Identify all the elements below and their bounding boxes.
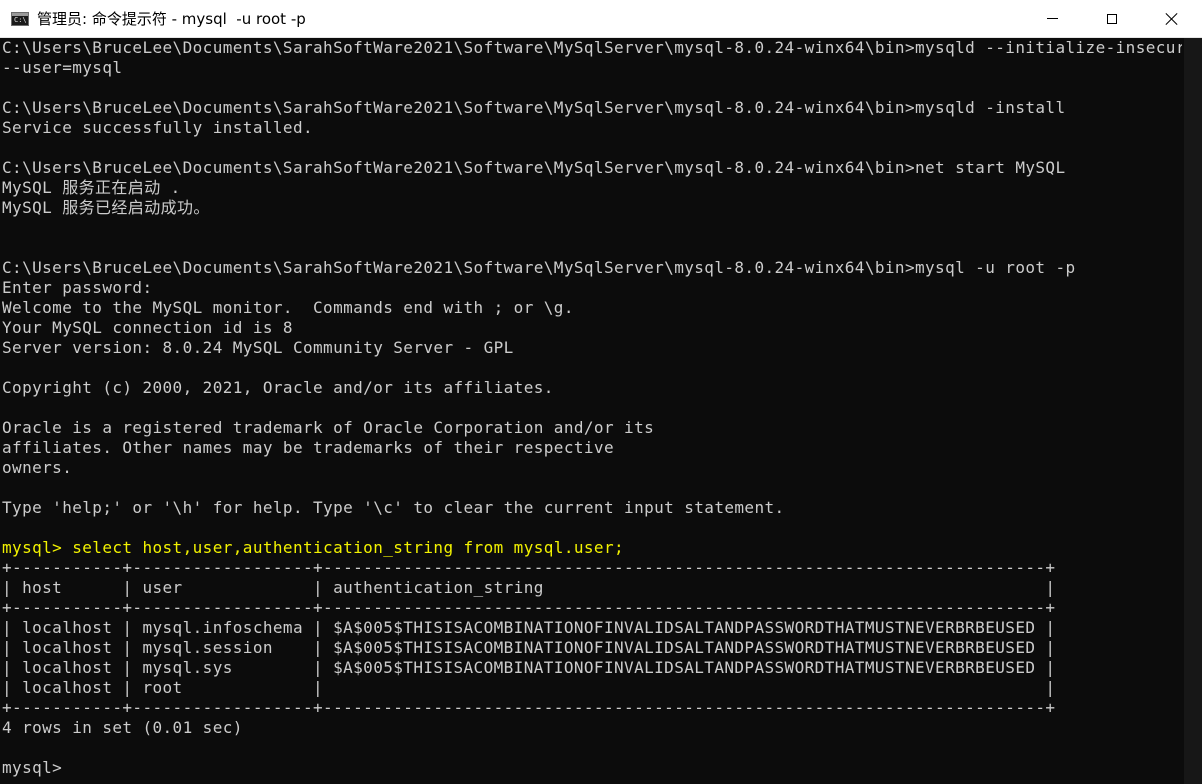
maximize-button[interactable] [1082,0,1142,38]
console-line: | host | user | authentication_string | [2,578,1056,597]
console-line: +-----------+------------------+--------… [2,598,1056,617]
console-line: | localhost | mysql.infoschema | $A$005$… [2,618,1056,637]
cmd-icon-label: C:\ [14,15,27,24]
console-line: C:\Users\BruceLee\Documents\SarahSoftWar… [2,38,1182,57]
console-line: Service successfully installed. [2,118,314,137]
console-line: | localhost | root | | [2,678,1056,697]
console-line: MySQL 服务正在启动 . [2,178,181,197]
window-title: 管理员: 命令提示符 - mysql -u root -p [37,10,306,28]
title-bar[interactable]: C:\ 管理员: 命令提示符 - mysql -u root -p [0,0,1202,38]
console-line: mysql> [2,758,63,777]
console-line: | localhost | mysql.session | $A$005$THI… [2,638,1056,657]
minimize-icon [1046,18,1058,19]
console-line: Type 'help;' or '\h' for help. Type '\c'… [2,498,785,517]
console-line: | localhost | mysql.sys | $A$005$THISISA… [2,658,1056,677]
console-line: --user=mysql [2,58,123,77]
console-line: MySQL 服务已经启动成功。 [2,198,210,217]
maximize-icon [1107,13,1117,24]
console-line: Enter password: [2,278,153,297]
console-line: +-----------+------------------+--------… [2,558,1056,577]
close-button[interactable] [1142,0,1202,38]
cmd-icon[interactable]: C:\ [11,11,29,26]
command-line: mysql> select host,user,authentication_s… [2,538,625,557]
minimize-button[interactable] [1022,0,1082,38]
console-line: affiliates. Other names may be trademark… [2,438,615,457]
console-line: Your MySQL connection id is 8 [2,318,293,337]
console-scrollbar[interactable] [1184,38,1202,784]
console-output[interactable]: C:\Users\BruceLee\Documents\SarahSoftWar… [2,38,1182,784]
console-line: Server version: 8.0.24 MySQL Community S… [2,338,514,357]
console-line: Oracle is a registered trademark of Orac… [2,418,655,437]
console-line: C:\Users\BruceLee\Documents\SarahSoftWar… [2,258,1076,277]
close-icon [1166,13,1178,25]
console-line: 4 rows in set (0.01 sec) [2,718,243,737]
console-line: C:\Users\BruceLee\Documents\SarahSoftWar… [2,98,1066,117]
console-line: C:\Users\BruceLee\Documents\SarahSoftWar… [2,158,1066,177]
console-line: +-----------+------------------+--------… [2,698,1056,717]
console-line: Copyright (c) 2000, 2021, Oracle and/or … [2,378,554,397]
console-line: Welcome to the MySQL monitor. Commands e… [2,298,574,317]
console-window: C:\ 管理员: 命令提示符 - mysql -u root -p C:\Use… [0,0,1202,784]
console-line: owners. [2,458,73,477]
